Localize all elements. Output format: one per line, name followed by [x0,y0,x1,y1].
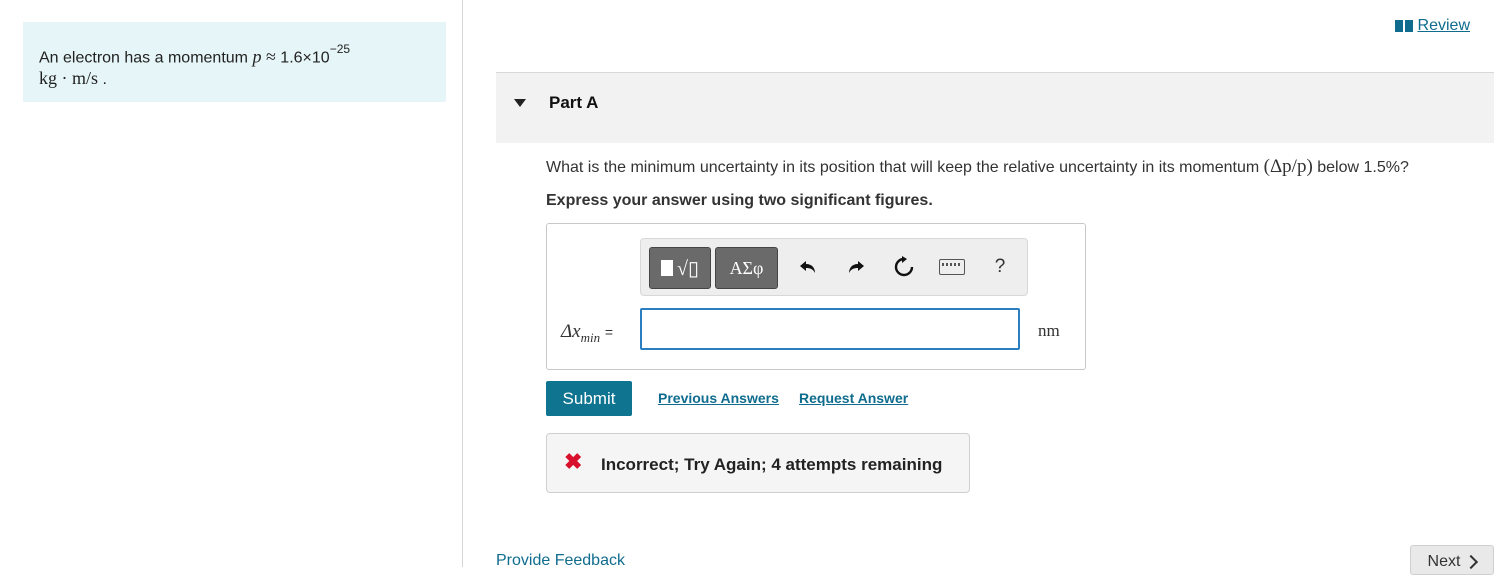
template-square-icon [661,260,673,276]
feedback-message-box: ✖ Incorrect; Try Again; 4 attempts remai… [546,433,970,493]
momentum-value: 1.6×10 [280,49,330,67]
momentum-units: kg · m/s [39,68,99,89]
answer-variable-label: Δxmin = [561,321,614,345]
templates-button[interactable]: √▯ [649,247,711,289]
problem-statement-panel: An electron has a momentum p ≈ 1.6×10−25… [23,22,446,102]
previous-answers-link[interactable]: Previous Answers [658,390,779,406]
answer-input[interactable] [640,308,1020,350]
problem-statement: An electron has a momentum p ≈ 1.6×10−25… [39,42,350,90]
book-icon [1394,20,1413,32]
review-link[interactable]: Review [1394,17,1470,35]
request-answer-link[interactable]: Request Answer [799,390,908,406]
help-button[interactable]: ? [986,253,1014,281]
answer-box: √▯ ΑΣφ ? Δxmin = nm [546,223,1086,370]
keyboard-icon[interactable] [938,253,966,281]
caret-down-icon[interactable] [514,99,526,107]
column-divider [462,0,463,567]
answer-unit: nm [1038,321,1060,340]
instruction-text: Express your answer using two significan… [546,192,933,209]
submit-button[interactable]: Submit [546,381,632,416]
momentum-symbol: p [252,46,262,67]
next-label: Next [1427,553,1461,570]
radical-icon: √▯ [677,257,699,280]
review-label: Review [1417,17,1470,34]
part-a-header[interactable]: Part A [496,72,1494,143]
reset-icon[interactable] [890,253,918,281]
next-button[interactable]: Next [1410,545,1494,575]
feedback-message: Incorrect; Try Again; 4 attempts remaini… [601,455,943,474]
undo-icon[interactable] [794,253,822,281]
symbols-button[interactable]: ΑΣφ [715,247,778,289]
momentum-exponent: −25 [329,42,351,56]
sentence-end: . [102,71,107,89]
redo-icon[interactable] [842,253,870,281]
approx-sign: ≈ [265,46,276,67]
x-icon: ✖ [564,449,583,474]
relative-uncertainty-math: (Δp/p) [1263,156,1313,177]
provide-feedback-link[interactable]: Provide Feedback [496,552,625,570]
question-text: What is the minimum uncertainty in its p… [546,156,1409,177]
part-title: Part A [549,93,599,112]
problem-intro: An electron has a momentum [39,49,248,67]
math-toolbar: √▯ ΑΣφ ? [640,238,1028,296]
